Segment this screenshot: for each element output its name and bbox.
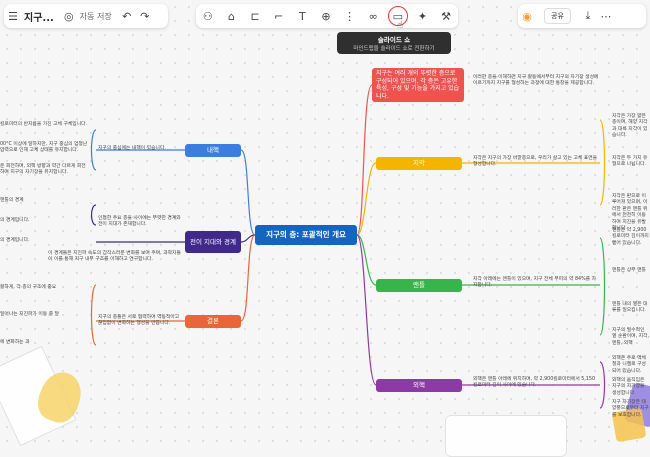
redo-icon[interactable]: ↷ [136, 7, 154, 25]
note-inner-core[interactable]: 지구의 중심에는 내핵이 있습니다. [98, 146, 183, 152]
note-far-left-9[interactable]: 에 변화하는 과 [0, 340, 88, 346]
note-conclusion[interactable]: 지구의 층들은 서로 협력하여 역동적이고 끊임없이 변화하는 행성을 만듭니다… [98, 315, 183, 328]
note-far-right-9[interactable]: 외핵의 움직임은 지구의 자기장을 생성합니다. [612, 378, 650, 397]
format-painter-icon[interactable]: ⌐ [270, 7, 288, 25]
note-far-left-1[interactable]: 킬로미터의 반지름을 가진 고체 구체입니다. [0, 122, 88, 128]
download-icon[interactable]: ⤓ [579, 7, 597, 25]
topic-transition[interactable]: 전이 지대와 경계 [185, 231, 241, 253]
topic-conclusion[interactable]: 결론 [185, 315, 241, 328]
avatar-icon[interactable]: ◉ [518, 7, 536, 25]
note-far-left-6[interactable]: 의 경계입니다. [0, 238, 88, 244]
more-icon[interactable]: ⋯ [597, 7, 615, 25]
subtopic-icon[interactable]: ⊏ [246, 7, 264, 25]
save-status: 자동 저장 [79, 11, 112, 21]
note-far-right-5[interactable]: 맨틀은 상부 맨틀 [612, 268, 650, 274]
sparkle-icon[interactable]: ✦ [413, 7, 431, 25]
sticker-icon[interactable]: ⚇ [199, 7, 217, 25]
note-far-left-4[interactable]: 맨틀의 경계 [0, 198, 88, 204]
tooltip-title: 슬라이드 쇼 [377, 36, 411, 44]
note-far-right-4[interactable]: 맨틀은 약 2,900 킬로미터 깊이까지 뻗어 있습니다. [612, 228, 650, 247]
share-toolbar: ◉ 공유 ⤓ ⋯ [518, 4, 646, 28]
note-far-right-2[interactable]: 지각은 두 가지 유형으로 나뉩니다. [612, 156, 650, 169]
mouse-cursor-icon: ☝ [397, 20, 404, 31]
file-toolbar: ☰ 지구... ◎ 자동 저장 ↶ ↷ [4, 4, 168, 28]
topic-outer-core[interactable]: 외핵 [376, 379, 462, 392]
tooltip-desc: 마인드맵을 슬라이드 쇼로 전환하기 [353, 46, 435, 52]
link-icon[interactable]: ∞ [364, 7, 382, 25]
note-crust[interactable]: 지각은 지구의 가장 바깥층으로, 우리가 살고 있는 고체 표면을 형성합니다… [473, 156, 599, 169]
note-far-right-3[interactable]: 지각은 판으로 이루어져 있으며, 이러한 판은 맨틀 위에서 천천히 이동하여… [612, 194, 650, 233]
note-far-right-7[interactable]: 지구의 필수적인 열 순환이며, 지각, 맨틀, 외핵 [612, 328, 650, 347]
edit-toolbar: ⚇ ⌂ ⊏ ⌐ T ⊕ ⋮ ∞ ▭ ✦ ⚒ [196, 4, 458, 28]
magic-wand-icon[interactable]: ⚒ [437, 7, 455, 25]
note-summary[interactable]: 이러한 층을 이해하면 지구 활동에서부터 지구의 자기장 생성에 이르기까지 … [473, 75, 599, 88]
note-far-left-3[interactable]: 운 회전하며, 외핵 방향과 약간 다르게 회전하며 지구의 자기장을 유지합니… [0, 164, 88, 177]
topic-summary[interactable]: 지구는 여러 개의 뚜렷한 층으로 구성되어 있으며, 각 층은 고유한 특성,… [372, 68, 464, 102]
insert-icon[interactable]: ⊕ [317, 7, 335, 25]
clip-icon[interactable]: ⌂ [222, 7, 240, 25]
location-icon[interactable]: ◎ [60, 7, 78, 25]
note-mantle[interactable]: 지각 아래에는 맨틀이 있으며, 지구 전체 부피의 약 84%를 차지합니다. [473, 277, 599, 290]
note-outer-core[interactable]: 외핵은 맨틀 아래에 위치하며, 약 2,900킬로미터에서 5,150킬로미터… [473, 377, 599, 390]
topic-crust[interactable]: 지각 [376, 157, 462, 170]
note-far-left-8[interactable]: 일어나는 지진파가 이동 중 달 [0, 312, 88, 318]
share-button[interactable]: 공유 [544, 8, 571, 24]
topic-mantle[interactable]: 맨틀 [376, 279, 462, 292]
note-transition-2[interactable]: 이 경계들은 지진파 속도의 갑작스러운 변화를 보여 주며, 과학자들이 이를… [48, 251, 183, 264]
note-far-left-5[interactable]: 의 경계입니다. [0, 218, 88, 224]
undo-icon[interactable]: ↶ [118, 7, 136, 25]
note-far-right-10[interactable]: 지구 자기장은 태양풍으로부터 지구를 보호합니다. [612, 400, 650, 419]
menu-icon[interactable]: ☰ [4, 7, 22, 25]
document-title[interactable]: 지구... [24, 9, 54, 24]
note-far-left-7[interactable]: 활하게, 각 층의 구조에 중요 [0, 285, 88, 291]
note-far-right-1[interactable]: 지각은 가장 얇은 층이며, 해양 지각과 대륙 지각이 있습니다. [612, 114, 650, 140]
root-topic[interactable]: 지구의 층: 포괄적인 개요 [255, 225, 357, 245]
branch-icon[interactable]: ⋮ [341, 7, 359, 25]
floating-card [445, 415, 567, 457]
note-far-right-6[interactable]: 맨틀 내의 열은 대류를 일으킵니다. [612, 302, 650, 315]
text-icon[interactable]: T [293, 7, 311, 25]
note-far-left-2[interactable]: 00°C 이상에 달하지만, 지구 중심의 엄청난 압력으로 인해 고체 상태를… [0, 142, 88, 155]
note-transition[interactable]: 인접한 주요 층을 사이에는 뚜렷한 경계와 전이 지대가 존재합니다. [98, 216, 183, 229]
topic-inner-core[interactable]: 내핵 [185, 144, 241, 157]
note-far-right-8[interactable]: 외핵은 주로 액체 철과 니켈로 구성되어 있습니다. [612, 356, 650, 375]
slideshow-tooltip: 슬라이드 쇼 마인드맵을 슬라이드 쇼로 전환하기 [337, 32, 451, 54]
